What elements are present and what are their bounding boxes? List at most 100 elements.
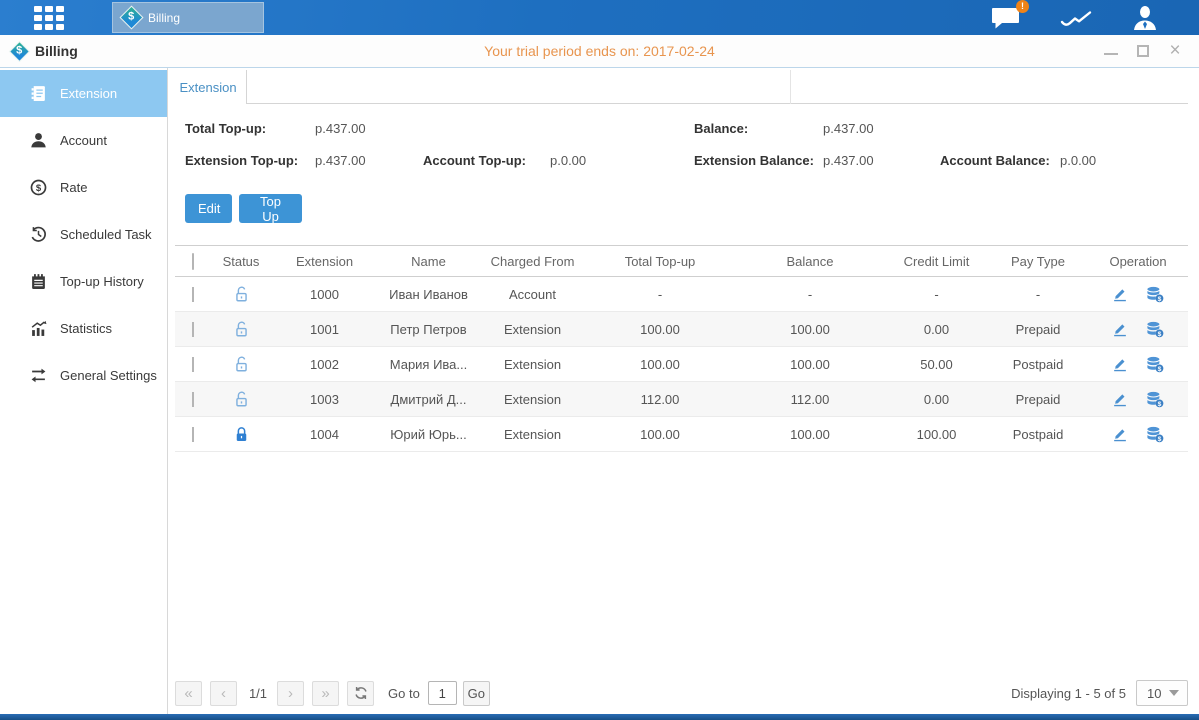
table-header: Status Extension Name Charged From Total… bbox=[175, 245, 1188, 277]
refresh-icon bbox=[354, 686, 368, 700]
cell-charged-from: Extension bbox=[480, 392, 585, 407]
messages-icon[interactable]: ! bbox=[991, 6, 1021, 30]
cell-extension: 1003 bbox=[272, 392, 377, 407]
cell-operation: $ bbox=[1088, 285, 1188, 304]
top-up-button[interactable]: Top Up bbox=[239, 194, 302, 223]
tab-extension[interactable]: Extension bbox=[170, 70, 247, 104]
cell-extension: 1000 bbox=[272, 287, 377, 302]
stat-extension-topup: Extension Top-up: p.437.00 bbox=[185, 151, 366, 169]
taskbar-tab-billing[interactable]: $ Billing bbox=[112, 2, 264, 33]
edit-row-icon[interactable] bbox=[1111, 390, 1129, 408]
row-checkbox[interactable] bbox=[192, 427, 194, 442]
refresh-button[interactable] bbox=[347, 681, 374, 706]
cell-pay-type: Postpaid bbox=[988, 357, 1088, 372]
col-extension: Extension bbox=[272, 254, 377, 269]
sidebar-item-label: Top-up History bbox=[60, 274, 144, 289]
edit-row-icon[interactable] bbox=[1111, 320, 1129, 338]
app-launcher-icon[interactable] bbox=[34, 6, 72, 30]
sidebar-item-label: Rate bbox=[60, 180, 87, 195]
status-cell bbox=[210, 285, 272, 304]
account-icon bbox=[30, 132, 47, 149]
billing-app-window: $ Billing ! $ bbox=[0, 0, 1199, 720]
cell-balance: 112.00 bbox=[735, 392, 885, 407]
page-size-select[interactable]: 10 bbox=[1136, 680, 1188, 706]
row-checkbox[interactable] bbox=[192, 392, 194, 407]
svg-text:$: $ bbox=[1158, 365, 1162, 372]
cell-balance: 100.00 bbox=[735, 357, 885, 372]
sidebar-item-label: General Settings bbox=[60, 368, 157, 383]
select-all-checkbox[interactable] bbox=[192, 253, 194, 270]
edit-row-icon[interactable] bbox=[1111, 285, 1129, 303]
user-account-icon[interactable] bbox=[1131, 5, 1159, 31]
notification-badge: ! bbox=[1016, 0, 1029, 13]
last-page-button[interactable]: » bbox=[312, 681, 339, 706]
cell-pay-type: Prepaid bbox=[988, 392, 1088, 407]
row-checkbox[interactable] bbox=[192, 322, 194, 337]
maximize-button[interactable] bbox=[1135, 43, 1151, 59]
table-row[interactable]: 1002Мария Ива...Extension100.00100.0050.… bbox=[175, 347, 1188, 382]
row-checkbox[interactable] bbox=[192, 357, 194, 372]
sidebar-item-label: Statistics bbox=[60, 321, 112, 336]
displaying-status: Displaying 1 - 5 of 5 bbox=[1011, 686, 1126, 701]
statistics-chart-icon[interactable] bbox=[1059, 6, 1093, 30]
cell-charged-from: Extension bbox=[480, 427, 585, 442]
top-up-row-icon[interactable]: $ bbox=[1145, 320, 1165, 339]
goto-page-input[interactable] bbox=[428, 681, 457, 705]
status-cell bbox=[210, 425, 272, 444]
sidebar-item-rate[interactable]: $ Rate bbox=[0, 164, 167, 211]
col-charged-from: Charged From bbox=[480, 254, 585, 269]
cell-charged-from: Extension bbox=[480, 357, 585, 372]
top-up-row-icon[interactable]: $ bbox=[1145, 390, 1165, 409]
cell-operation: $ bbox=[1088, 390, 1188, 409]
cell-credit-limit: 0.00 bbox=[885, 392, 988, 407]
topup-history-icon bbox=[30, 273, 47, 290]
row-checkbox[interactable] bbox=[192, 287, 194, 302]
svg-text:$: $ bbox=[1158, 400, 1162, 407]
edit-row-icon[interactable] bbox=[1111, 425, 1129, 443]
next-page-button[interactable]: › bbox=[277, 681, 304, 706]
first-page-button[interactable]: « bbox=[175, 681, 202, 706]
table-row[interactable]: 1004Юрий Юрь...Extension100.00100.00100.… bbox=[175, 417, 1188, 452]
prev-page-button[interactable]: ‹ bbox=[210, 681, 237, 706]
cell-name: Иван Иванов bbox=[377, 287, 480, 302]
cell-credit-limit: 50.00 bbox=[885, 357, 988, 372]
topbar-actions: ! bbox=[991, 0, 1159, 35]
top-up-row-icon[interactable]: $ bbox=[1145, 355, 1165, 374]
edit-row-icon[interactable] bbox=[1111, 355, 1129, 373]
window-title: Billing bbox=[35, 43, 78, 59]
table-row[interactable]: 1000Иван ИвановAccount----$ bbox=[175, 277, 1188, 312]
cell-operation: $ bbox=[1088, 425, 1188, 444]
cell-extension: 1002 bbox=[272, 357, 377, 372]
close-button[interactable]: × bbox=[1167, 43, 1183, 59]
cell-charged-from: Account bbox=[480, 287, 585, 302]
window-bottom-edge bbox=[0, 714, 1199, 720]
top-up-row-icon[interactable]: $ bbox=[1145, 285, 1165, 304]
minimize-button[interactable] bbox=[1103, 43, 1119, 59]
scheduled-task-icon bbox=[30, 226, 47, 243]
cell-balance: - bbox=[735, 287, 885, 302]
table-row[interactable]: 1003Дмитрий Д...Extension112.00112.000.0… bbox=[175, 382, 1188, 417]
top-up-row-icon[interactable]: $ bbox=[1145, 425, 1165, 444]
col-total-topup: Total Top-up bbox=[585, 254, 735, 269]
sidebar-item-account[interactable]: Account bbox=[0, 117, 167, 164]
page-indicator: 1/1 bbox=[245, 686, 271, 701]
sidebar-item-scheduled-task[interactable]: Scheduled Task bbox=[0, 211, 167, 258]
go-button[interactable]: Go bbox=[463, 681, 490, 706]
unlocked-icon bbox=[232, 285, 251, 304]
sidebar-nav: Extension Account $ Rate Scheduled Task … bbox=[0, 68, 168, 714]
sidebar-item-label: Account bbox=[60, 133, 107, 148]
sidebar-item-topup-history[interactable]: Top-up History bbox=[0, 258, 167, 305]
status-cell bbox=[210, 320, 272, 339]
edit-button[interactable]: Edit bbox=[185, 194, 232, 223]
trial-period-message: Your trial period ends on: 2017-02-24 bbox=[0, 35, 1199, 67]
table-row[interactable]: 1001Петр ПетровExtension100.00100.000.00… bbox=[175, 312, 1188, 347]
cell-extension: 1001 bbox=[272, 322, 377, 337]
pagination-bar: « ‹ 1/1 › » Go to Go Displaying 1 - 5 of… bbox=[175, 679, 1188, 707]
cell-name: Петр Петров bbox=[377, 322, 480, 337]
sidebar-item-extension[interactable]: Extension bbox=[0, 70, 167, 117]
sidebar-item-statistics[interactable]: Statistics bbox=[0, 305, 167, 352]
cell-total-topup: 100.00 bbox=[585, 357, 735, 372]
sidebar-item-label: Extension bbox=[60, 86, 117, 101]
page-size-value: 10 bbox=[1147, 686, 1161, 701]
sidebar-item-general-settings[interactable]: General Settings bbox=[0, 352, 167, 399]
